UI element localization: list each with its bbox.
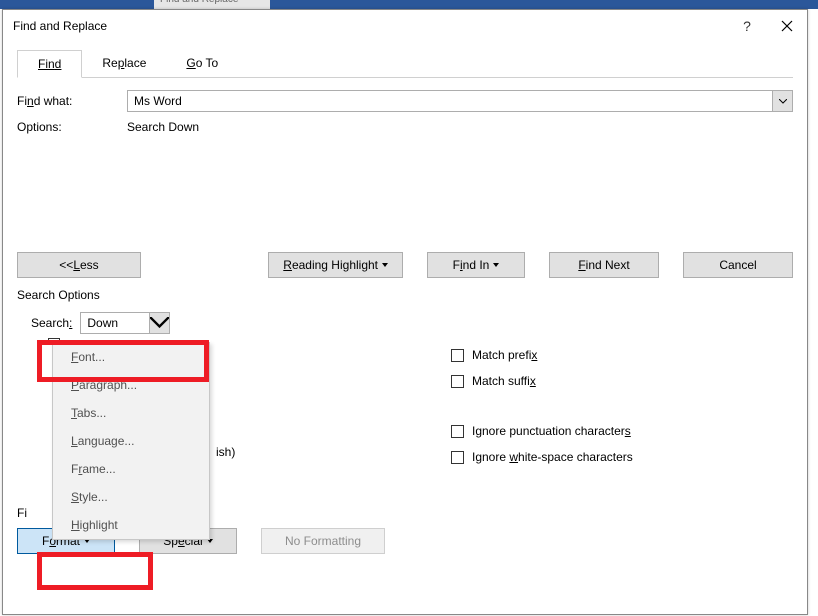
- find-what-input[interactable]: [128, 91, 772, 111]
- ignore-ws-label: Ignore white-space characters: [472, 450, 633, 464]
- checks-right: Match prefix Match suffix Ignore punctua…: [437, 342, 793, 476]
- find-what-row: Find what:: [17, 90, 793, 112]
- find-next-button[interactable]: Find Next: [549, 252, 659, 278]
- tab-strip: Find Replace Go To: [17, 50, 793, 78]
- menu-item-language[interactable]: Language...: [53, 427, 209, 455]
- tab-replace[interactable]: Replace: [82, 50, 166, 77]
- search-direction-select[interactable]: Down: [80, 312, 170, 334]
- find-what-dropdown[interactable]: [772, 91, 792, 111]
- close-icon: [781, 20, 793, 32]
- menu-item-font[interactable]: Font...: [53, 343, 209, 371]
- menu-item-highlight[interactable]: Highlight: [53, 511, 209, 539]
- format-popup-menu: Font... Paragraph... Tabs... Language...…: [52, 342, 210, 540]
- find-what-combo[interactable]: [127, 90, 793, 112]
- search-direction-row: Search: Down: [31, 312, 793, 334]
- match-prefix-checkbox[interactable]: Match prefix: [451, 348, 793, 362]
- match-suffix-label: Match suffix: [472, 374, 536, 388]
- main-button-row: << Less Reading Highlight Find In Find N…: [17, 252, 793, 278]
- menu-item-style[interactable]: Style...: [53, 483, 209, 511]
- reading-highlight-button[interactable]: Reading Highlight: [268, 252, 403, 278]
- caret-down-icon: [382, 263, 388, 267]
- ignore-punct-checkbox[interactable]: Ignore punctuation characters: [451, 424, 793, 438]
- caret-down-icon: [493, 263, 499, 267]
- find-what-label: Find what:: [17, 94, 127, 108]
- find-in-button[interactable]: Find In: [427, 252, 525, 278]
- menu-item-tabs[interactable]: Tabs...: [53, 399, 209, 427]
- match-prefix-label: Match prefix: [472, 348, 537, 362]
- search-direction-value: Down: [81, 313, 149, 333]
- word-ribbon-backdrop: [0, 0, 818, 9]
- search-options-heading: Search Options: [17, 288, 793, 302]
- checkbox-box: [451, 349, 464, 362]
- menu-item-frame[interactable]: Frame...: [53, 455, 209, 483]
- close-button[interactable]: [767, 10, 807, 42]
- tab-find[interactable]: Find: [17, 50, 82, 78]
- titlebar: Find and Replace ?: [3, 10, 807, 42]
- tab-goto[interactable]: Go To: [166, 50, 238, 77]
- ignore-ws-checkbox[interactable]: Ignore white-space characters: [451, 450, 793, 464]
- less-button[interactable]: << Less: [17, 252, 141, 278]
- match-suffix-checkbox[interactable]: Match suffix: [451, 374, 793, 388]
- obscured-text: ish): [216, 445, 235, 459]
- backdrop-tab-label: Find and Replace: [154, 0, 270, 9]
- options-row: Options: Search Down: [17, 120, 793, 134]
- dialog-title: Find and Replace: [13, 19, 727, 33]
- options-value: Search Down: [127, 120, 199, 134]
- chevron-down-icon: [150, 317, 169, 329]
- no-formatting-button: No Formatting: [261, 528, 385, 554]
- checkbox-box: [451, 451, 464, 464]
- search-direction-label: Search:: [31, 316, 72, 330]
- checkbox-box: [451, 375, 464, 388]
- search-direction-dropdown[interactable]: [149, 313, 169, 333]
- options-label: Options:: [17, 120, 127, 134]
- cancel-button[interactable]: Cancel: [683, 252, 793, 278]
- menu-item-paragraph[interactable]: Paragraph...: [53, 371, 209, 399]
- chevron-down-icon: [779, 99, 787, 104]
- ignore-punct-label: Ignore punctuation characters: [472, 424, 631, 438]
- checkbox-box: [451, 425, 464, 438]
- help-button[interactable]: ?: [727, 10, 767, 42]
